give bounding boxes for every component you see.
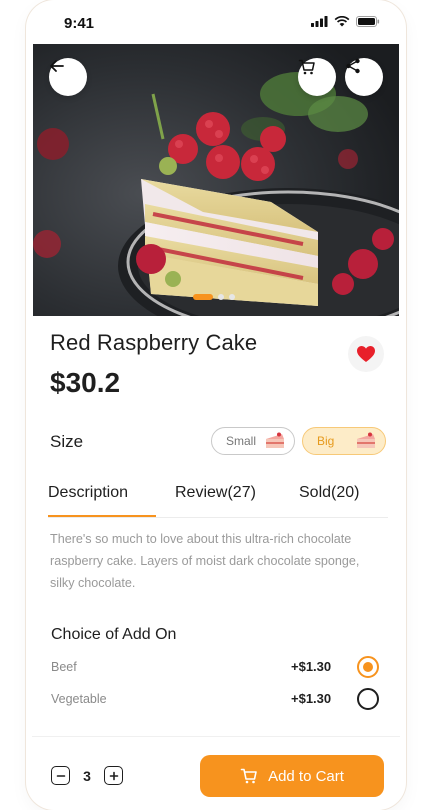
detail-tabs: Description Review(27) Sold(20) bbox=[48, 484, 388, 518]
cake-slice-icon bbox=[357, 432, 375, 448]
heart-icon bbox=[357, 346, 375, 362]
size-option-label: Big bbox=[317, 434, 335, 448]
carousel-dot[interactable] bbox=[193, 294, 213, 300]
addon-name: Vegetable bbox=[51, 692, 107, 706]
quantity-value: 3 bbox=[83, 767, 91, 784]
quantity-stepper: 3 bbox=[51, 766, 123, 785]
battery-icon bbox=[356, 16, 380, 27]
decrease-button[interactable] bbox=[51, 766, 70, 785]
size-option-label: Small bbox=[226, 434, 257, 448]
phone-screen: 9:41 Red Raspberry Cake $30.2 Size Small… bbox=[26, 0, 406, 810]
addon-name: Beef bbox=[51, 660, 77, 674]
size-option-big[interactable]: Big bbox=[302, 427, 386, 455]
plus-icon bbox=[109, 771, 118, 780]
addon-title: Choice of Add On bbox=[51, 626, 177, 643]
cake-slice-icon bbox=[266, 432, 284, 448]
minus-icon bbox=[56, 774, 65, 777]
wifi-icon bbox=[334, 16, 350, 27]
cart-button[interactable] bbox=[298, 58, 336, 96]
share-icon bbox=[346, 58, 360, 74]
carousel-indicator bbox=[193, 294, 235, 300]
status-icons bbox=[311, 16, 380, 27]
product-title: Red Raspberry Cake bbox=[50, 330, 258, 355]
size-label: Size bbox=[50, 432, 84, 451]
addon-price: +$1.30 bbox=[291, 691, 332, 706]
divider bbox=[32, 736, 400, 737]
active-tab-indicator bbox=[48, 515, 156, 517]
tab-review[interactable]: Review(27) bbox=[175, 484, 256, 502]
addon-option-beef[interactable]: Beef +$1.30 bbox=[51, 656, 381, 680]
increase-button[interactable] bbox=[104, 766, 123, 785]
share-button[interactable] bbox=[345, 58, 383, 96]
cart-icon bbox=[298, 59, 315, 75]
carousel-dot[interactable] bbox=[218, 294, 224, 300]
product-price: $30.2 bbox=[50, 367, 121, 398]
cart-icon bbox=[240, 768, 257, 784]
addon-price: +$1.30 bbox=[291, 659, 332, 674]
cake-photo bbox=[33, 44, 399, 316]
status-time: 9:41 bbox=[64, 15, 95, 32]
status-bar: 9:41 bbox=[26, 0, 406, 44]
tab-sold[interactable]: Sold(20) bbox=[299, 484, 359, 502]
product-description: There's so much to love about this ultra… bbox=[50, 532, 360, 590]
signal-icon bbox=[311, 16, 328, 27]
product-image bbox=[33, 44, 399, 316]
addon-radio-unselected[interactable] bbox=[357, 688, 379, 710]
addon-option-vegetable[interactable]: Vegetable +$1.30 bbox=[51, 688, 381, 712]
tab-description[interactable]: Description bbox=[48, 484, 128, 502]
size-option-small[interactable]: Small bbox=[211, 427, 295, 455]
add-to-cart-label: Add to Cart bbox=[268, 767, 344, 785]
carousel-dot[interactable] bbox=[229, 294, 235, 300]
add-to-cart-button[interactable]: Add to Cart bbox=[200, 755, 384, 797]
favorite-button[interactable] bbox=[348, 336, 384, 372]
addon-radio-selected[interactable] bbox=[357, 656, 379, 678]
back-arrow-icon bbox=[50, 60, 64, 72]
back-button[interactable] bbox=[49, 58, 87, 96]
